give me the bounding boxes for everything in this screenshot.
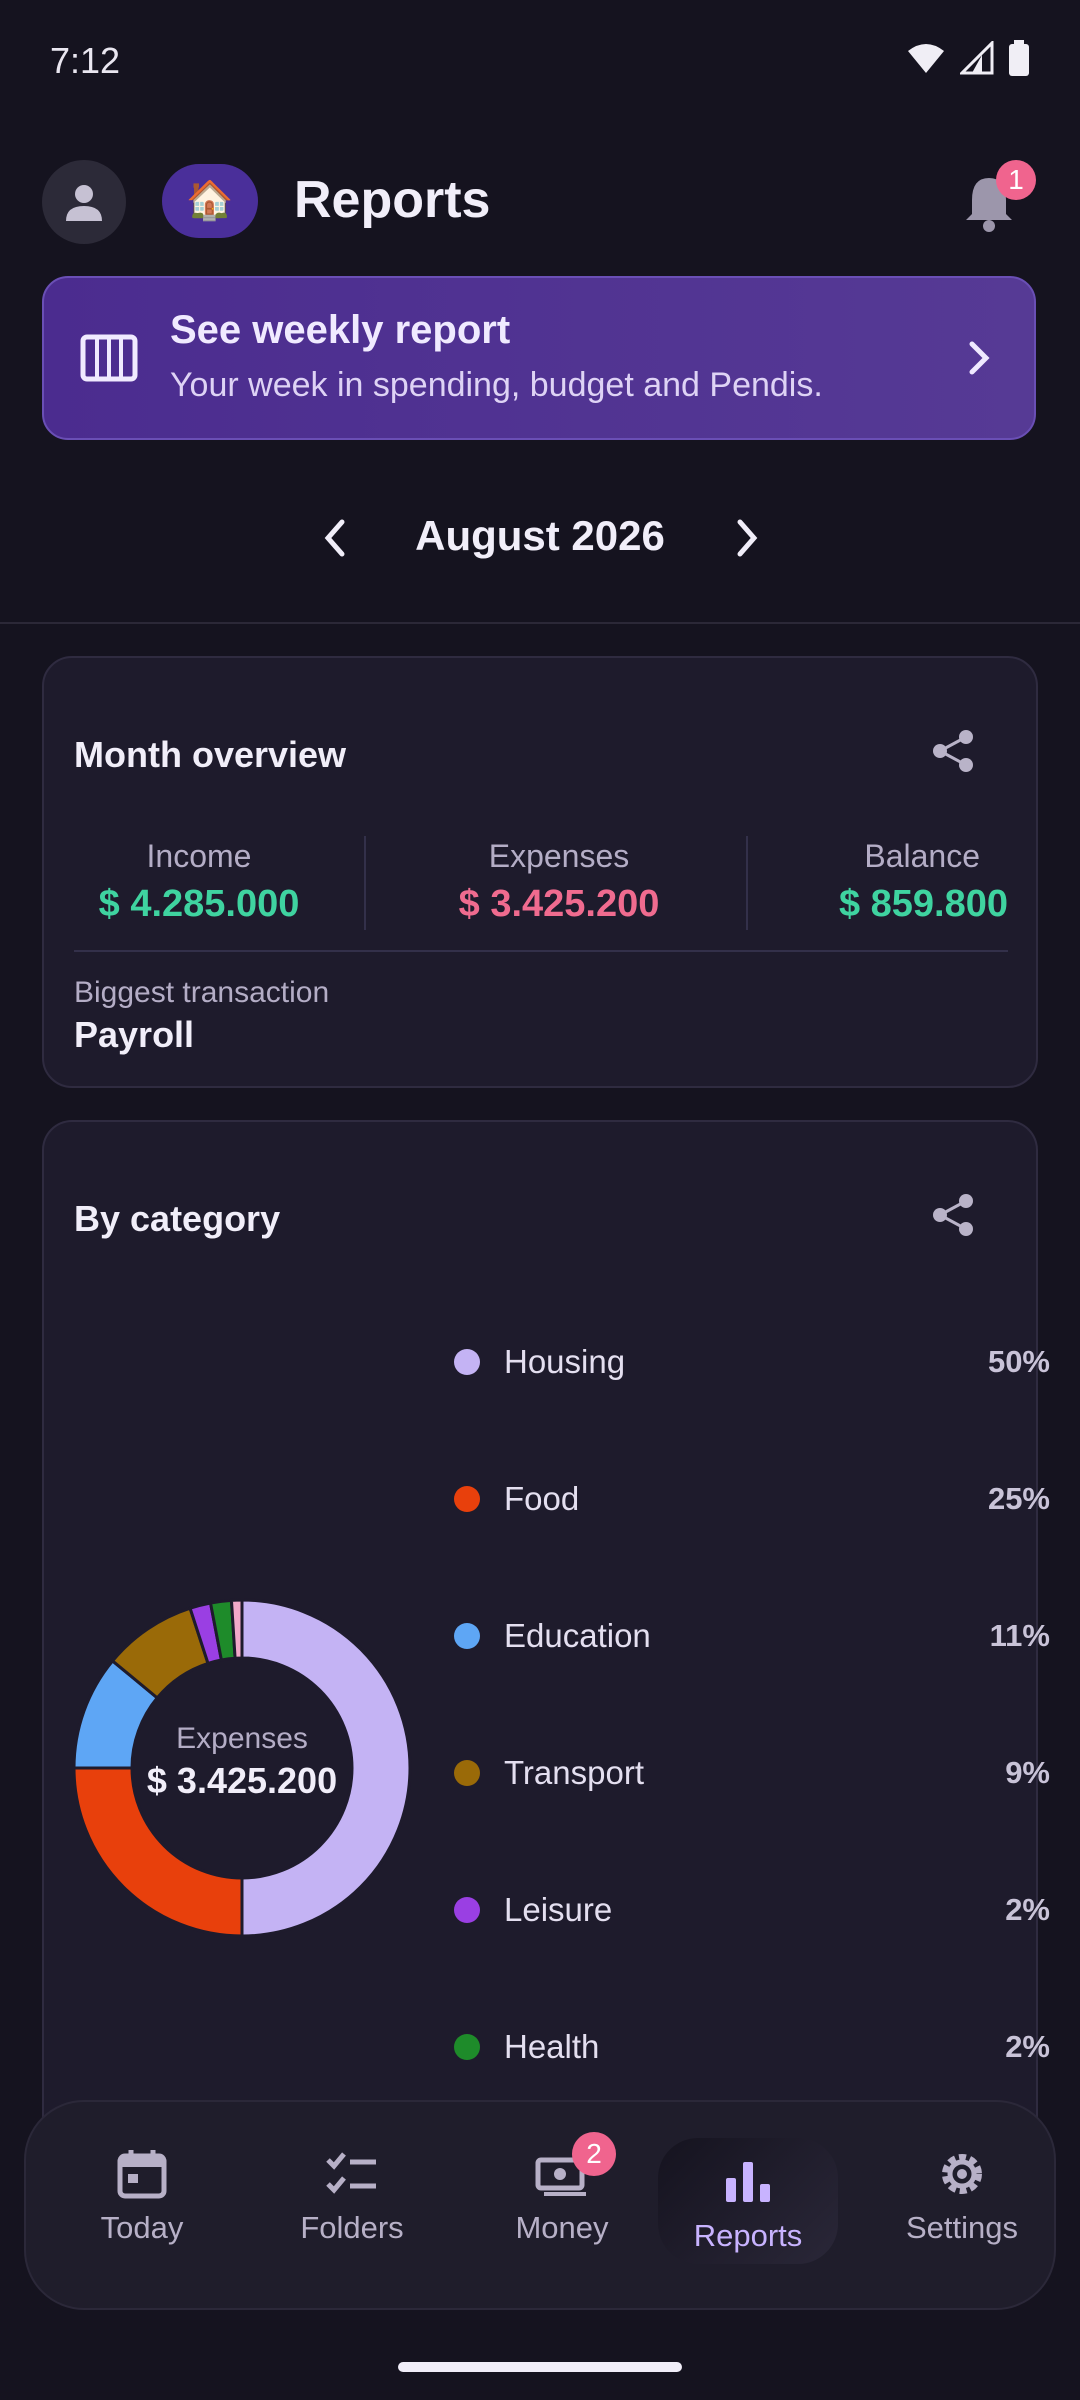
legend-item[interactable]: Transport 9% xyxy=(454,1743,1050,1803)
share-icon[interactable] xyxy=(930,1192,976,1238)
income-value: $ 4.285.000 xyxy=(98,883,300,925)
banner-title: See weekly report xyxy=(170,308,511,352)
nav-folders[interactable]: Folders xyxy=(262,2130,442,2260)
expenses-value: $ 3.425.200 xyxy=(458,883,660,925)
next-month-button[interactable] xyxy=(730,516,764,560)
legend-label: Food xyxy=(504,1480,580,1517)
nav-today[interactable]: Today xyxy=(52,2130,232,2260)
balance-label: Balance xyxy=(864,838,980,874)
month-label: August 2026 xyxy=(415,512,665,559)
legend-dot xyxy=(454,1760,480,1786)
signal-icon xyxy=(960,41,994,75)
money-badge: 2 xyxy=(572,2132,616,2176)
balance-value: $ 859.800 xyxy=(838,883,1008,925)
income-label: Income xyxy=(146,838,252,874)
report-grid-icon xyxy=(80,334,138,382)
legend-percent: 25% xyxy=(987,1481,1050,1516)
divider xyxy=(74,950,1008,952)
nav-settings[interactable]: Settings xyxy=(872,2130,1052,2260)
legend-item[interactable]: Health 2% xyxy=(454,2017,1050,2077)
notification-badge: 1 xyxy=(996,160,1036,200)
income-stat: Income $ 4.285.000 xyxy=(64,838,334,926)
legend-percent: 2% xyxy=(1005,2029,1050,2064)
nav-label: Folders xyxy=(300,2210,404,2245)
legend-percent: 9% xyxy=(1005,1755,1050,1790)
nav-label: Reports xyxy=(693,2218,803,2253)
divider xyxy=(364,836,366,930)
legend-item[interactable]: Leisure 2% xyxy=(454,1880,1050,1940)
legend-dot xyxy=(454,2034,480,2060)
legend-percent: 2% xyxy=(1005,1892,1050,1927)
gear-icon xyxy=(942,2154,982,2194)
by-category-card: By category Expenses $ 3.425.200 Housing… xyxy=(42,1120,1050,2120)
biggest-transaction-value: Payroll xyxy=(74,1014,195,1055)
share-icon[interactable] xyxy=(930,728,976,774)
month-overview-card: Month overview Income $ 4.285.000 Expens… xyxy=(42,656,1038,1088)
person-icon xyxy=(66,185,102,221)
checklist-icon xyxy=(326,2152,376,2194)
donut-center-label: Expenses xyxy=(176,1722,308,1755)
chevron-right-icon xyxy=(969,341,990,375)
house-icon: 🏠 xyxy=(186,180,234,222)
nav-label: Settings xyxy=(905,2210,1018,2245)
legend-percent: 50% xyxy=(987,1344,1050,1379)
legend-percent: 11% xyxy=(989,1618,1050,1653)
biggest-transaction-label: Biggest transaction xyxy=(74,976,330,1009)
legend-dot xyxy=(454,1623,480,1649)
nav-label: Money xyxy=(515,2210,609,2245)
bottom-navigation: Today Folders 2 Money Reports Settings xyxy=(24,2100,1056,2310)
battery-icon xyxy=(1009,40,1029,76)
legend-item[interactable]: Education 11% xyxy=(454,1606,1050,1666)
divider xyxy=(0,622,1080,624)
status-icons xyxy=(906,40,1030,76)
bar-chart-icon xyxy=(726,2162,770,2202)
legend-dot xyxy=(454,1486,480,1512)
legend-item[interactable]: Food 25% xyxy=(454,1469,1050,1529)
legend-label: Housing xyxy=(504,1343,626,1380)
nav-label: Today xyxy=(100,2210,184,2245)
status-time: 7:12 xyxy=(50,40,121,81)
previous-month-button[interactable] xyxy=(318,516,352,560)
nav-reports[interactable]: Reports xyxy=(658,2138,838,2264)
wifi-icon xyxy=(908,44,944,73)
weekly-report-banner[interactable]: See weekly report Your week in spending,… xyxy=(42,276,1036,440)
divider xyxy=(746,836,748,930)
donut-center: Expenses $ 3.425.200 xyxy=(72,1722,412,1802)
page-title: Reports xyxy=(294,171,491,229)
home-indicator[interactable] xyxy=(398,2362,682,2372)
legend-label: Transport xyxy=(504,1754,644,1791)
calendar-icon xyxy=(117,2150,167,2199)
balance-stat: Balance $ 859.800 xyxy=(784,838,1038,926)
category-title: By category xyxy=(74,1198,281,1239)
home-chip-button[interactable]: 🏠 xyxy=(162,164,258,238)
legend-label: Health xyxy=(504,2028,600,2065)
legend-label: Education xyxy=(504,1617,651,1654)
legend-dot xyxy=(454,1897,480,1923)
legend-dot xyxy=(454,1349,480,1375)
banner-subtitle: Your week in spending, budget and Pendis… xyxy=(170,366,823,404)
legend-label: Leisure xyxy=(504,1891,613,1928)
overview-title: Month overview xyxy=(74,734,347,775)
nav-money[interactable]: 2 Money xyxy=(472,2130,652,2260)
profile-avatar-button[interactable] xyxy=(42,160,126,244)
donut-center-value: $ 3.425.200 xyxy=(146,1760,338,1801)
expenses-label: Expenses xyxy=(488,838,630,874)
legend-item[interactable]: Housing 50% xyxy=(454,1332,1050,1392)
expenses-stat: Expenses $ 3.425.200 xyxy=(404,838,714,926)
